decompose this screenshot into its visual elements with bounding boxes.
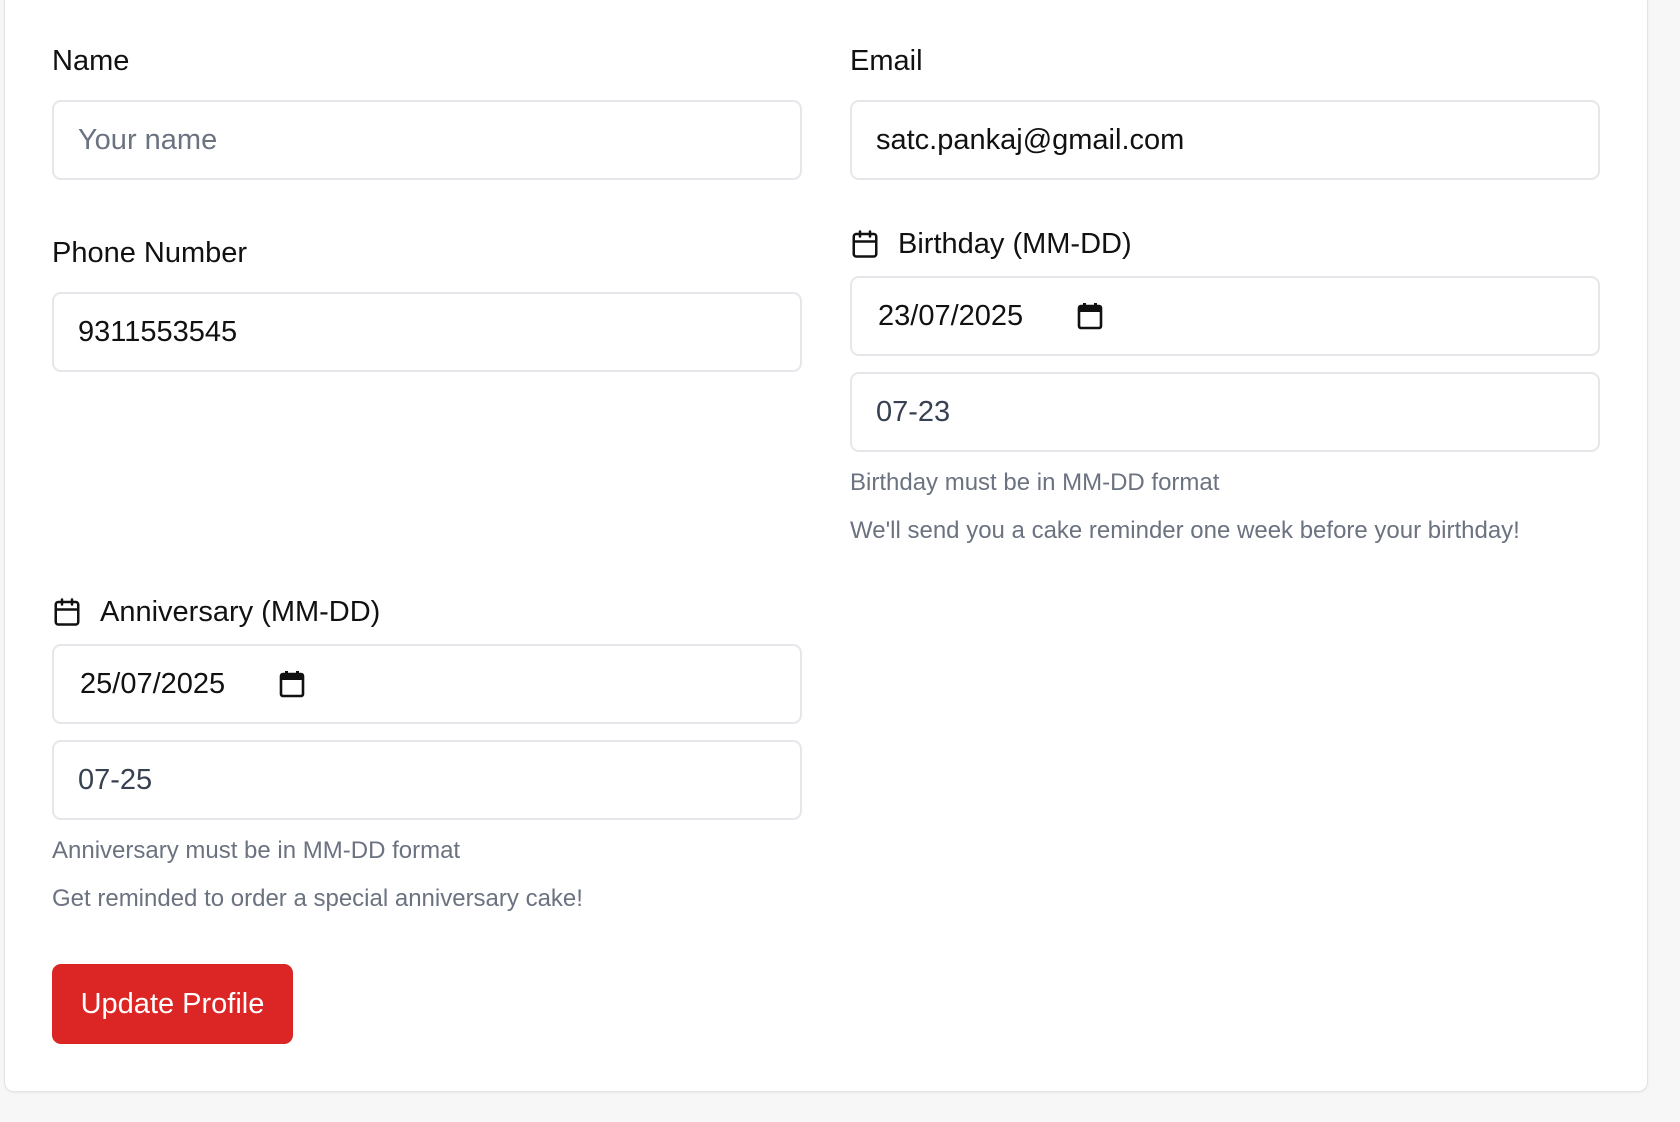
anniversary-format-help: Anniversary must be in MM-DD format (52, 837, 461, 864)
anniversary-mmdd-input[interactable]: 07-25 (52, 740, 802, 820)
phone-input[interactable]: 9311553545 (52, 292, 802, 372)
birthday-label: Birthday (MM-DD) (850, 227, 1132, 261)
calendar-icon (52, 597, 82, 627)
anniversary-date-picker[interactable]: 25/07/2025 (52, 644, 802, 724)
birthday-format-help: Birthday must be in MM-DD format (850, 469, 1220, 496)
email-label: Email (850, 45, 923, 77)
name-input[interactable]: Your name (52, 100, 802, 180)
email-input[interactable]: satc.pankaj@gmail.com (850, 100, 1600, 180)
birthday-mmdd-input[interactable]: 07-23 (850, 372, 1600, 452)
calendar-picker-icon[interactable] (1077, 302, 1103, 330)
birthday-date-picker[interactable]: 23/07/2025 (850, 276, 1600, 356)
anniversary-label: Anniversary (MM-DD) (52, 595, 380, 629)
update-profile-button[interactable]: Update Profile (52, 964, 293, 1044)
calendar-icon (850, 229, 880, 259)
phone-label: Phone Number (52, 237, 248, 269)
anniversary-date-value: 25/07/2025 (80, 667, 226, 700)
birthday-date-value: 23/07/2025 (878, 299, 1024, 332)
calendar-picker-icon[interactable] (279, 670, 305, 698)
birthday-reminder-help: We'll send you a cake reminder one week … (850, 517, 1520, 544)
name-label: Name (52, 45, 130, 77)
anniversary-reminder-help: Get reminded to order a special annivers… (52, 885, 583, 912)
